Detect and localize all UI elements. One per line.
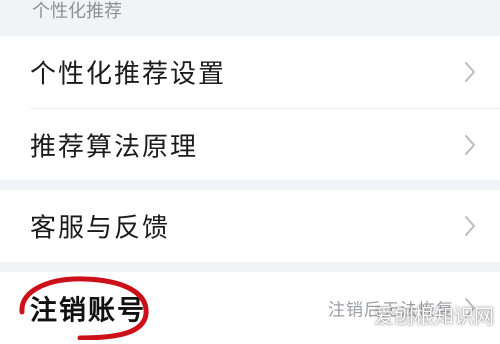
chevron-right-icon bbox=[465, 135, 475, 155]
row-value-delete-warning: 注销后无法恢复 bbox=[328, 300, 454, 321]
settings-group-account: 注销账号 注销后无法恢复 bbox=[0, 272, 500, 344]
row-label-delete-account: 注销账号 bbox=[30, 295, 146, 327]
chevron-right-icon bbox=[465, 216, 475, 236]
row-personalized-settings[interactable]: 个性化推荐设置 bbox=[0, 36, 500, 108]
row-algorithm-principle[interactable]: 推荐算法原理 bbox=[0, 109, 500, 181]
row-label-personalized-settings: 个性化推荐设置 bbox=[30, 59, 227, 90]
section-header-label: 个性化推荐 bbox=[32, 1, 122, 22]
chevron-right-icon bbox=[465, 62, 475, 82]
settings-group-support: 客服与反馈 bbox=[0, 190, 500, 262]
row-label-customer-service-feedback: 客服与反馈 bbox=[30, 213, 171, 244]
row-label-algorithm-principle: 推荐算法原理 bbox=[30, 132, 199, 163]
section-header-personalized: 个性化推荐 bbox=[0, 0, 500, 36]
settings-group-personalized: 个性化推荐设置 推荐算法原理 bbox=[0, 36, 500, 180]
row-customer-service-feedback[interactable]: 客服与反馈 bbox=[0, 190, 500, 262]
chevron-right-icon bbox=[465, 298, 475, 318]
row-delete-account[interactable]: 注销账号 注销后无法恢复 bbox=[0, 272, 500, 344]
